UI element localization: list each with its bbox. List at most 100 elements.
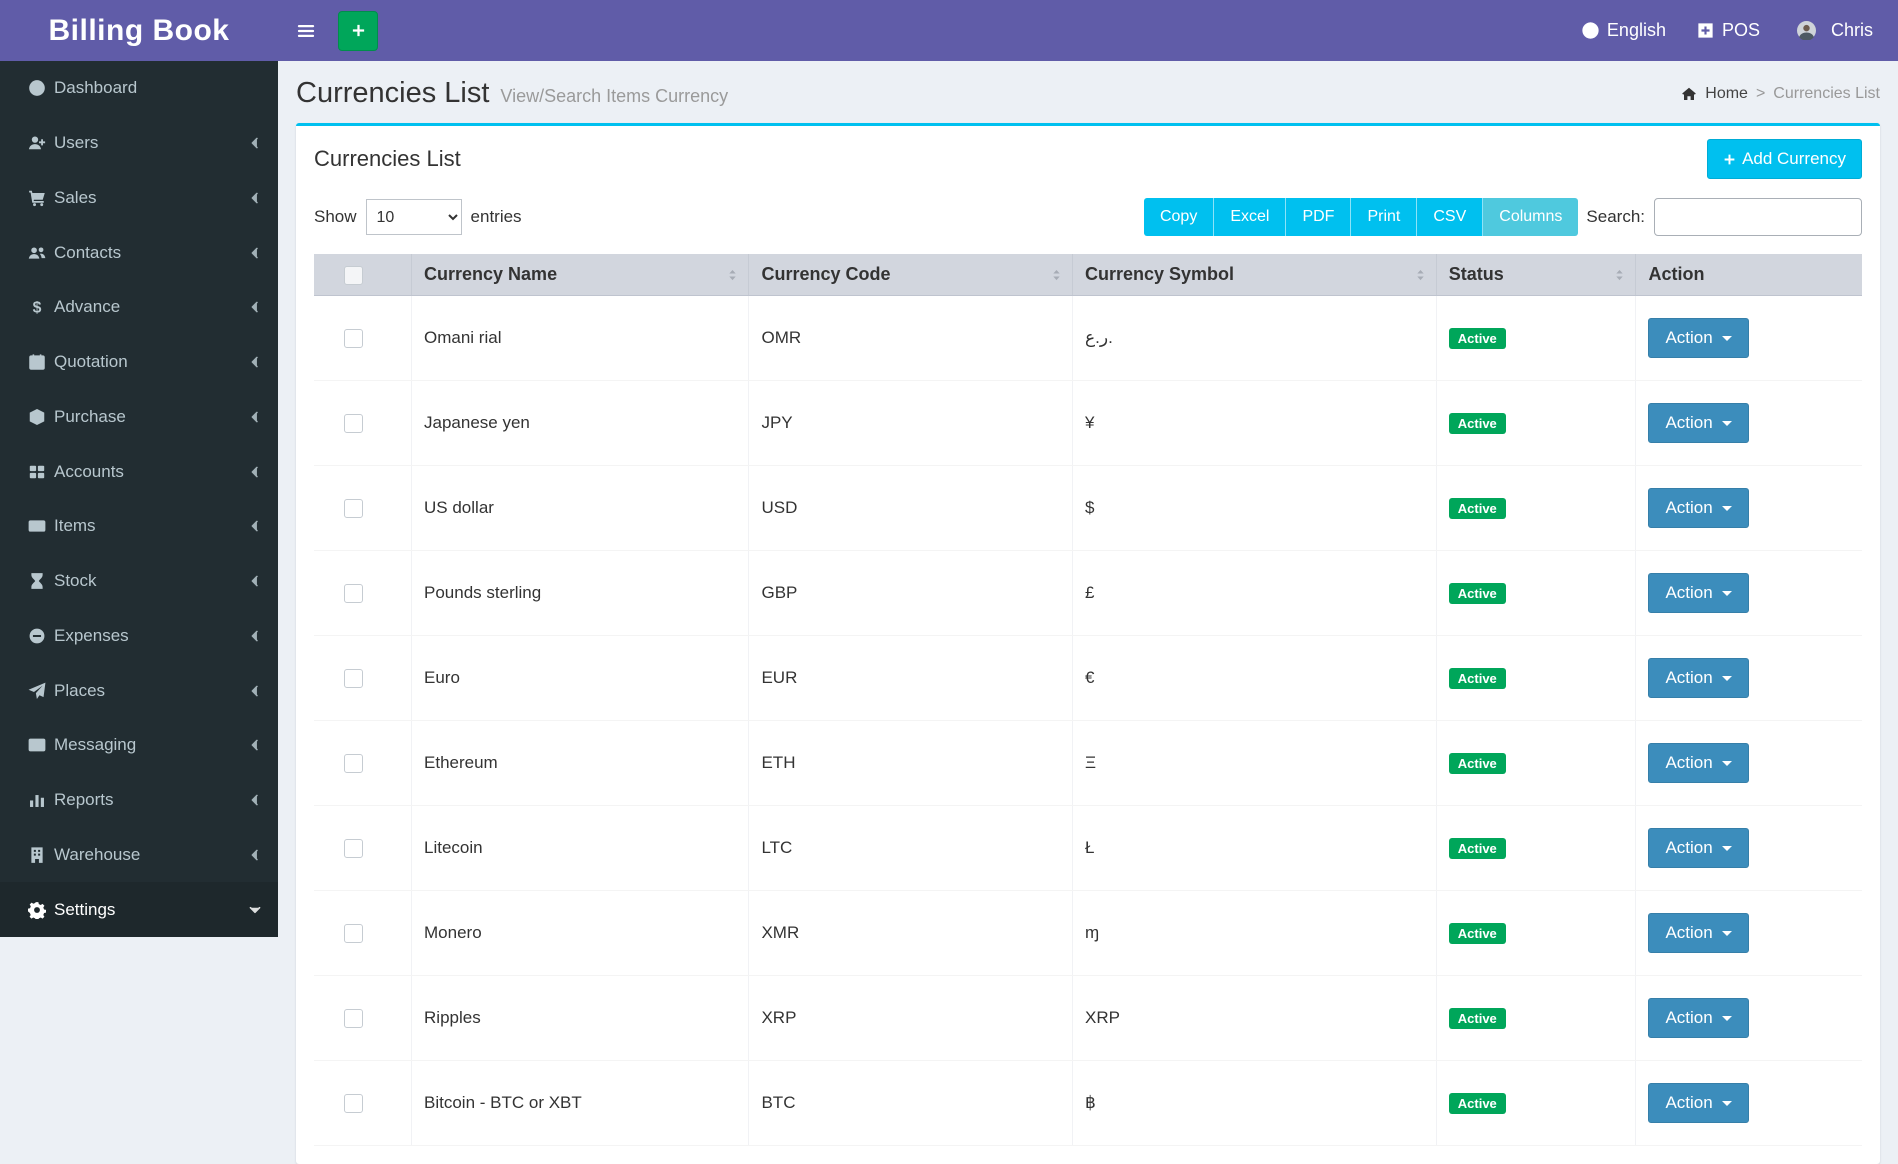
sidebar-item-accounts[interactable]: Accounts: [0, 444, 278, 499]
status-badge: Active: [1448, 837, 1506, 859]
sidebar-item-purchase[interactable]: Purchase: [0, 390, 278, 445]
user-menu[interactable]: Chris: [1775, 0, 1888, 61]
sidebar-item-reports[interactable]: Reports: [0, 773, 278, 828]
column-header-currency-code[interactable]: Currency Code: [748, 254, 1073, 296]
table-row: US dollar USD $ Active Action: [314, 465, 1862, 551]
sidebar-item-settings[interactable]: Settings: [0, 882, 278, 937]
sidebar-item-dashboard[interactable]: Dashboard: [0, 61, 278, 116]
caret-down-icon: [1721, 505, 1732, 511]
column-header-action: Action: [1635, 254, 1862, 296]
row-checkbox[interactable]: [344, 1094, 363, 1113]
row-checkbox[interactable]: [344, 754, 363, 773]
column-header-currency-symbol[interactable]: Currency Symbol: [1072, 254, 1437, 296]
export-excel-button[interactable]: Excel: [1214, 198, 1287, 236]
sidebar-item-contacts[interactable]: Contacts: [0, 225, 278, 280]
show-label: Show: [314, 207, 357, 226]
row-action-button[interactable]: Action: [1648, 573, 1749, 613]
row-action-button[interactable]: Action: [1648, 318, 1749, 358]
sidebar-item-label: Contacts: [54, 242, 122, 262]
action-button-label: Action: [1665, 668, 1713, 687]
sidebar-item-sales[interactable]: Sales: [0, 171, 278, 226]
sidebar-item-quotation[interactable]: Quotation: [0, 335, 278, 390]
currency-name-cell: Litecoin: [411, 805, 749, 891]
row-action-button[interactable]: Action: [1648, 488, 1749, 528]
sidebar-item-users[interactable]: Users: [0, 116, 278, 171]
status-cell: Active: [1435, 720, 1636, 806]
row-action-button[interactable]: Action: [1648, 658, 1749, 698]
sidebar-item-stock[interactable]: Stock: [0, 554, 278, 609]
row-checkbox[interactable]: [344, 329, 363, 348]
status-badge: Active: [1448, 327, 1506, 349]
pos-button[interactable]: POS: [1681, 0, 1775, 61]
export-print-button[interactable]: Print: [1351, 198, 1418, 236]
language-menu[interactable]: English: [1566, 0, 1681, 61]
action-button-label: Action: [1665, 1093, 1713, 1112]
action-cell: Action: [1635, 720, 1862, 806]
sidebar-item-places[interactable]: Places: [0, 663, 278, 718]
top-header: Billing Book English POS Chris: [0, 0, 1898, 61]
sidebar-item-label: Places: [54, 680, 106, 700]
select-all-checkbox[interactable]: [344, 265, 363, 285]
sidebar-item-label: Settings: [54, 899, 116, 919]
sidebar-item-advance[interactable]: $ Advance: [0, 280, 278, 335]
sidebar-item-warehouse[interactable]: Warehouse: [0, 828, 278, 883]
row-action-button[interactable]: Action: [1648, 1083, 1749, 1123]
row-action-button[interactable]: Action: [1648, 913, 1749, 953]
sidebar-item-messaging[interactable]: Messaging: [0, 718, 278, 773]
row-checkbox[interactable]: [344, 584, 363, 603]
breadcrumb-home-link[interactable]: Home: [1705, 85, 1748, 103]
row-checkbox-cell: [314, 550, 412, 636]
row-checkbox[interactable]: [344, 499, 363, 518]
action-button-label: Action: [1665, 583, 1713, 602]
currency-symbol-cell: ر.ع.: [1072, 295, 1437, 381]
currency-symbol-cell: ¥: [1072, 380, 1437, 466]
row-checkbox[interactable]: [344, 669, 363, 688]
currency-code-cell: XRP: [748, 975, 1073, 1061]
sort-icon[interactable]: [1413, 267, 1428, 282]
export-csv-button[interactable]: CSV: [1417, 198, 1484, 236]
entries-select[interactable]: 10: [365, 199, 462, 235]
column-header-status[interactable]: Status: [1435, 254, 1636, 296]
accounts-icon: [20, 463, 54, 481]
row-action-button[interactable]: Action: [1648, 743, 1749, 783]
app-logo[interactable]: Billing Book: [0, 0, 278, 61]
currency-name-cell: Monero: [411, 890, 749, 976]
search-input[interactable]: [1654, 198, 1862, 236]
currencies-table: Currency Name Currency Code Currency Symbo…: [314, 254, 1862, 1146]
sidebar-item-expenses[interactable]: Expenses: [0, 609, 278, 664]
navbar-right: English POS Chris: [1566, 0, 1898, 61]
sidebar-toggle-button[interactable]: [278, 0, 334, 61]
action-button-label: Action: [1665, 838, 1713, 857]
currency-name-cell: US dollar: [411, 465, 749, 551]
row-action-button[interactable]: Action: [1648, 998, 1749, 1038]
currency-symbol-cell: £: [1072, 550, 1437, 636]
currency-code-cell: XMR: [748, 890, 1073, 976]
breadcrumb-current: Currencies List: [1773, 84, 1880, 102]
sort-icon[interactable]: [1612, 267, 1627, 282]
action-cell: Action: [1635, 295, 1862, 381]
breadcrumb: Home > Currencies List: [1681, 85, 1880, 103]
action-cell: Action: [1635, 635, 1862, 721]
chevron-left-icon: [248, 738, 262, 752]
caret-down-icon: [1721, 335, 1732, 341]
row-checkbox[interactable]: [344, 839, 363, 858]
row-action-button[interactable]: Action: [1648, 403, 1749, 443]
column-header-currency-name[interactable]: Currency Name: [411, 254, 749, 296]
export-pdf-button[interactable]: PDF: [1286, 198, 1352, 236]
row-action-button[interactable]: Action: [1648, 828, 1749, 868]
chevron-left-icon: [248, 684, 262, 698]
add-currency-button[interactable]: Add Currency: [1707, 139, 1862, 179]
sort-icon[interactable]: [725, 267, 740, 282]
row-checkbox[interactable]: [344, 924, 363, 943]
currency-code-cell: USD: [748, 465, 1073, 551]
export-columns-button[interactable]: Columns: [1483, 198, 1579, 236]
contacts-icon: [20, 244, 54, 262]
caret-down-icon: [1721, 845, 1732, 851]
svg-text:$: $: [33, 300, 42, 316]
row-checkbox[interactable]: [344, 1009, 363, 1028]
sidebar-item-items[interactable]: Items: [0, 499, 278, 554]
sort-icon[interactable]: [1049, 267, 1064, 282]
export-copy-button[interactable]: Copy: [1143, 198, 1215, 236]
row-checkbox[interactable]: [344, 414, 363, 433]
quick-add-button[interactable]: [338, 10, 378, 51]
